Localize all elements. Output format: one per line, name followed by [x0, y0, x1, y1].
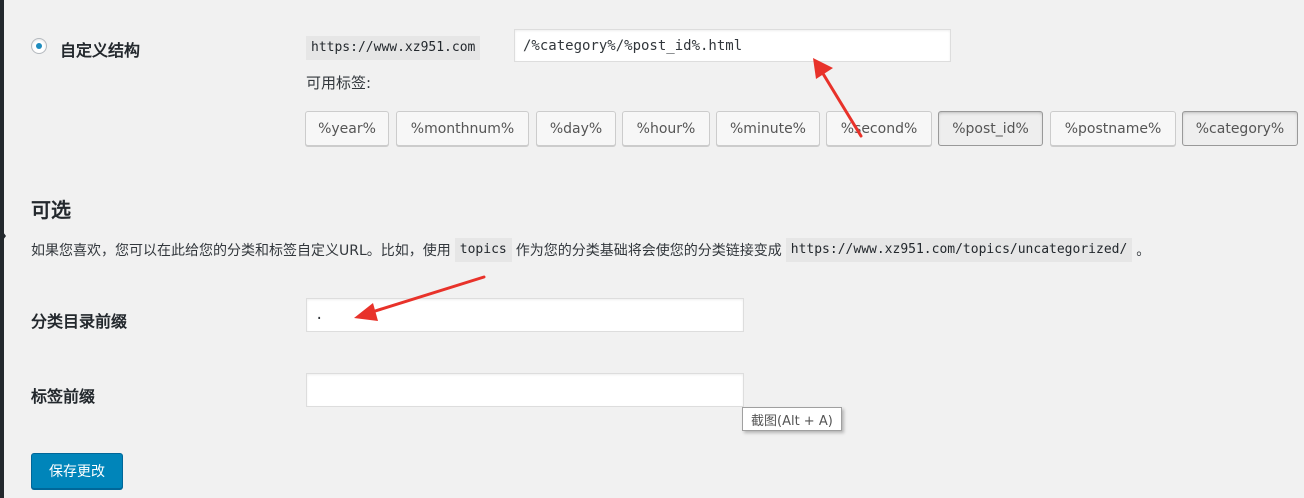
- annotation-arrows: [354, 58, 863, 321]
- arrow-to-structure-input: [813, 58, 863, 138]
- arrow-to-category-base: [354, 275, 486, 321]
